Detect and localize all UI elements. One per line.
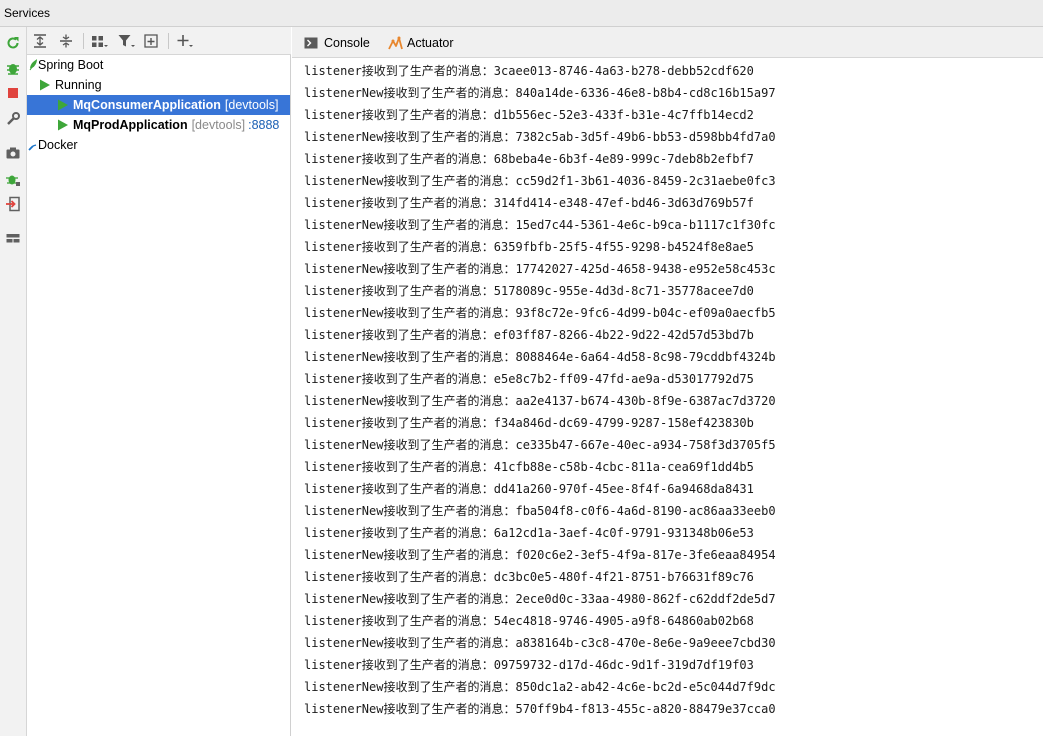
debug-config-icon[interactable]	[4, 170, 22, 188]
rerun-icon[interactable]	[4, 34, 22, 52]
actuator-icon	[388, 36, 403, 50]
console-line: listenerNew接收到了生产者的消息：aa2e4137-b674-430b…	[304, 394, 776, 408]
tree-label-docker: Docker	[38, 138, 78, 152]
console-line: listener接收到了生产者的消息：54ec4818-9746-4905-a9…	[304, 614, 754, 628]
stop-icon[interactable]	[4, 84, 22, 102]
spring-boot-icon	[28, 58, 38, 72]
console-line: listenerNew接收到了生产者的消息：2ece0d0c-33aa-4980…	[304, 592, 776, 606]
tab-console-label: Console	[324, 36, 370, 50]
console-line: listenerNew接收到了生产者的消息：cc59d2f1-3b61-4036…	[304, 174, 776, 188]
camera-icon[interactable]	[4, 144, 22, 162]
console-line: listener接收到了生产者的消息：5178089c-955e-4d3d-8c…	[304, 284, 754, 298]
console-line: listener接收到了生产者的消息：09759732-d17d-46dc-9d…	[304, 658, 754, 672]
filter-icon[interactable]	[116, 31, 136, 51]
consumer-app-name: MqConsumerApplication	[73, 98, 221, 112]
console-line: listener接收到了生产者的消息：41cfb88e-c58b-4cbc-81…	[304, 460, 754, 474]
docker-icon	[28, 138, 38, 152]
console-line: listener接收到了生产者的消息：314fd414-e348-47ef-bd…	[304, 196, 754, 210]
console-line: listenerNew接收到了生产者的消息：93f8c72e-9fc6-4d99…	[304, 306, 776, 320]
new-service-icon[interactable]	[141, 31, 161, 51]
tree-node-running[interactable]: Running	[27, 75, 291, 95]
run-icon	[39, 79, 50, 91]
tab-actuator[interactable]: Actuator	[388, 34, 454, 52]
console-line: listener接收到了生产者的消息：3caee013-8746-4a63-b2…	[304, 64, 754, 78]
tab-actuator-label: Actuator	[407, 36, 454, 50]
console-line: listenerNew接收到了生产者的消息：fba504f8-c0f6-4a6d…	[304, 504, 776, 518]
console-line: listener接收到了生产者的消息：68beba4e-6b3f-4e89-99…	[304, 152, 754, 166]
login-icon[interactable]	[4, 195, 22, 213]
layout-icon[interactable]	[4, 229, 22, 247]
console-line: listenerNew接收到了生产者的消息：8088464e-6a64-4d58…	[304, 350, 776, 364]
consumer-devtools-tag: [devtools]	[224, 98, 279, 112]
console-line: listenerNew接收到了生产者的消息：570ff9b4-f813-455c…	[304, 702, 776, 716]
console-line: listenerNew接收到了生产者的消息：17742027-425d-4658…	[304, 262, 776, 276]
console-line: listener接收到了生产者的消息：dd41a260-970f-45ee-8f…	[304, 482, 754, 496]
console-icon	[304, 37, 318, 49]
prod-app-name: MqProdApplication	[73, 118, 188, 132]
console-line: listener接收到了生产者的消息：6a12cd1a-3aef-4c0f-97…	[304, 526, 754, 540]
console-line: listenerNew接收到了生产者的消息：840a14de-6336-46e8…	[304, 86, 776, 100]
console-line: listener接收到了生产者的消息：dc3bc0e5-480f-4f21-87…	[304, 570, 754, 584]
tab-console[interactable]: Console	[304, 34, 370, 52]
debug-icon[interactable]	[4, 59, 22, 77]
prod-port-link[interactable]: :8888	[248, 118, 279, 132]
tree-node-mq-prod-application[interactable]: MqProdApplication [devtools] :8888	[27, 115, 291, 135]
tree-node-mq-consumer-application[interactable]: MqConsumerApplication [devtools]	[27, 95, 290, 115]
console-line: listenerNew接收到了生产者的消息：7382c5ab-3d5f-49b6…	[304, 130, 776, 144]
group-icon[interactable]	[89, 31, 109, 51]
prod-devtools-tag: [devtools]	[191, 118, 246, 132]
console-line: listenerNew接收到了生产者的消息：f020c6e2-3ef5-4f9a…	[304, 548, 776, 562]
console-line: listenerNew接收到了生产者的消息：ce335b47-667e-40ec…	[304, 438, 776, 452]
tree-label-spring-boot: Spring Boot	[38, 58, 104, 72]
run-icon	[57, 99, 68, 111]
console-line: listener接收到了生产者的消息：f34a846d-dc69-4799-92…	[304, 416, 754, 430]
console-line: listener接收到了生产者的消息：ef03ff87-8266-4b22-9d…	[304, 328, 754, 342]
expand-all-icon[interactable]	[30, 31, 50, 51]
left-toolbar	[0, 27, 27, 736]
tree-node-docker[interactable]: Docker	[27, 135, 291, 155]
services-tree-panel: Spring Boot Running MqConsumerApplicatio…	[27, 27, 291, 736]
tree-toolbar	[27, 27, 291, 55]
tree-node-spring-boot[interactable]: Spring Boot	[27, 55, 291, 75]
title-bar: Services	[0, 0, 1043, 27]
toolbar-separator	[83, 33, 84, 49]
toolbar-separator	[168, 33, 169, 49]
console-line: listener接收到了生产者的消息：d1b556ec-52e3-433f-b3…	[304, 108, 754, 122]
window-title: Services	[4, 6, 51, 20]
console-line: listenerNew接收到了生产者的消息：850dc1a2-ab42-4c6e…	[304, 680, 776, 694]
add-icon[interactable]	[175, 31, 195, 51]
tree-label-running: Running	[55, 78, 102, 92]
run-icon	[57, 119, 68, 131]
console-line: listenerNew接收到了生产者的消息：15ed7c44-5361-4e6c…	[304, 218, 776, 232]
console-line: listenerNew接收到了生产者的消息：a838164b-c3c8-470e…	[304, 636, 776, 650]
wrench-icon[interactable]	[4, 110, 22, 128]
console-line: listener接收到了生产者的消息：6359fbfb-25f5-4f55-92…	[304, 240, 754, 254]
collapse-all-icon[interactable]	[56, 31, 76, 51]
console-line: listener接收到了生产者的消息：e5e8c7b2-ff09-47fd-ae…	[304, 372, 754, 386]
tab-bar: Console Actuator	[292, 27, 1043, 58]
console-output: listener接收到了生产者的消息：3caee013-8746-4a63-b2…	[304, 60, 776, 720]
console-panel: Console Actuator listener接收到了生产者的消息：3cae…	[292, 27, 1043, 736]
